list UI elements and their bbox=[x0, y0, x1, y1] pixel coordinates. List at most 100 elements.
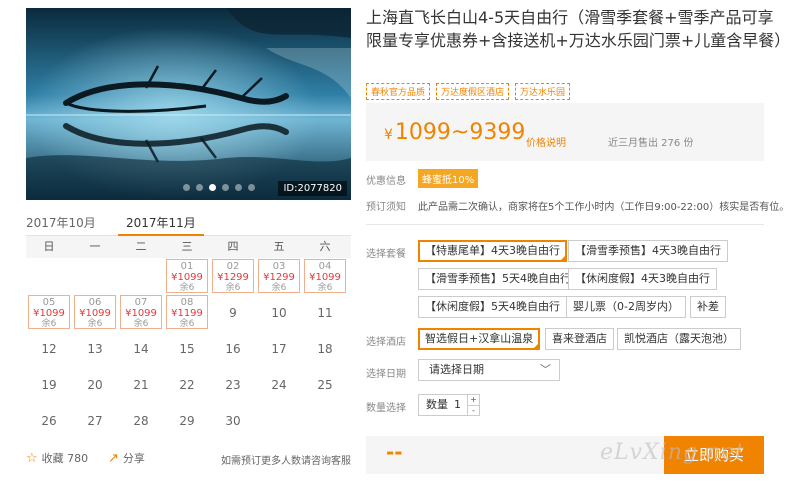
date-select-value: 请选择日期 bbox=[429, 363, 484, 376]
hotel-option[interactable]: 喜来登酒店 bbox=[545, 328, 614, 350]
day-number: 25 bbox=[317, 378, 333, 392]
date-select[interactable]: 请选择日期 ﹀ bbox=[418, 359, 560, 381]
day-stock: 余6 bbox=[271, 283, 287, 293]
package-option[interactable]: 【休闲度假】4天3晚自由行 bbox=[568, 268, 717, 290]
quantity-stepper[interactable]: 数量 1 + - bbox=[418, 394, 480, 416]
sold-count: 近三月售出 276 份 bbox=[608, 138, 694, 149]
calendar-day-available[interactable]: 08 ¥1199 余6 bbox=[166, 295, 208, 329]
day-stock: 余6 bbox=[317, 283, 333, 293]
calendar-day: 20 bbox=[72, 366, 118, 402]
day-number: 22 bbox=[179, 378, 195, 392]
price-box: ¥1099~9399 价格说明 近三月售出 276 份 bbox=[366, 103, 764, 161]
day-number: 01 bbox=[180, 261, 194, 272]
price-value: 1099~9399 bbox=[394, 120, 526, 145]
photo-image bbox=[26, 8, 351, 200]
customer-service-note[interactable]: 如需预订更多人数请咨询客服 bbox=[221, 452, 351, 467]
product-actions: ☆ 收藏 780 ↗ 分享 如需预订更多人数请咨询客服 bbox=[26, 450, 351, 468]
day-price: ¥1299 bbox=[217, 272, 249, 283]
hotel-option[interactable]: 凯悦酒店（露天泡池） bbox=[617, 328, 741, 350]
calendar-empty-cell bbox=[26, 258, 72, 294]
package-option[interactable]: 【滑雪季预售】5天4晚自由行 bbox=[418, 268, 578, 290]
calendar-day: 22 bbox=[164, 366, 210, 402]
star-icon: ☆ bbox=[26, 450, 38, 466]
quantity-value[interactable]: 1 bbox=[454, 395, 461, 415]
section-divider bbox=[366, 224, 764, 225]
package-option-selected[interactable]: 【特惠尾单】4天3晚自由行 bbox=[418, 240, 567, 262]
package-option[interactable]: 婴儿票（0-2周岁内） bbox=[566, 296, 686, 318]
price-range: ¥1099~9399 bbox=[384, 120, 525, 145]
favorite-label: 收藏 780 bbox=[41, 452, 89, 465]
calendar-day: 26 bbox=[26, 402, 72, 438]
day-number: 13 bbox=[87, 342, 103, 356]
carousel-dot[interactable] bbox=[222, 184, 229, 191]
price-explanation-link[interactable]: 价格说明 bbox=[526, 134, 566, 149]
calendar-day-available[interactable]: 05 ¥1099 余6 bbox=[28, 295, 70, 329]
day-number: 06 bbox=[88, 297, 102, 308]
calendar-day: 16 bbox=[210, 330, 256, 366]
share-label: 分享 bbox=[122, 452, 145, 465]
calendar-grid: 01 ¥1099 余6 02 ¥1299 余6 03 ¥1299 余6 04 ¥… bbox=[26, 258, 351, 438]
calendar-day: 25 bbox=[302, 366, 348, 402]
calendar-day: 28 bbox=[118, 402, 164, 438]
chevron-down-icon: ﹀ bbox=[540, 363, 551, 376]
quantity-decrement-button[interactable]: - bbox=[468, 406, 479, 416]
calendar-weekday-header: 日 一 二 三 四 五 六 bbox=[26, 236, 351, 258]
day-number: 26 bbox=[41, 414, 57, 428]
day-number: 9 bbox=[229, 306, 237, 320]
carousel-dot[interactable] bbox=[248, 184, 255, 191]
weekday-label: 二 bbox=[135, 240, 147, 253]
calendar-day: 13 bbox=[72, 330, 118, 366]
carousel-dot-active[interactable] bbox=[209, 184, 216, 191]
product-photo[interactable]: ID:2077820 bbox=[26, 8, 351, 200]
product-title: 上海直飞长白山4-5天自由行（滑雪季套餐+雪季产品可享限量专享优惠券+含接送机+… bbox=[366, 8, 791, 50]
quantity-increment-button[interactable]: + bbox=[468, 395, 479, 406]
calendar-day-available[interactable]: 04 ¥1099 余6 bbox=[304, 259, 346, 293]
product-tag: 万达水乐园 bbox=[515, 83, 571, 100]
package-option[interactable]: 补差 bbox=[690, 296, 726, 318]
carousel-dots bbox=[183, 184, 255, 191]
day-number: 17 bbox=[271, 342, 287, 356]
promo-badge: 蜂蜜抵10% bbox=[418, 169, 479, 188]
product-tag: 万达度假区酒店 bbox=[436, 83, 510, 100]
product-tag: 春秋官方品质 bbox=[366, 83, 431, 100]
day-number: 11 bbox=[317, 306, 333, 320]
day-price: ¥1099 bbox=[79, 308, 111, 319]
day-number: 10 bbox=[271, 306, 287, 320]
package-option[interactable]: 【休闲度假】5天4晚自由行 bbox=[418, 296, 567, 318]
day-number: 02 bbox=[226, 261, 240, 272]
calendar-day-available[interactable]: 06 ¥1099 余6 bbox=[74, 295, 116, 329]
calendar-day-available[interactable]: 07 ¥1099 余6 bbox=[120, 295, 162, 329]
carousel-dot[interactable] bbox=[183, 184, 190, 191]
day-number: 18 bbox=[317, 342, 333, 356]
carousel-dot[interactable] bbox=[196, 184, 203, 191]
quantity-field-label: 数量 bbox=[426, 398, 448, 411]
package-option[interactable]: 【滑雪季预售】4天3晚自由行 bbox=[568, 240, 728, 262]
calendar-day: 10 bbox=[256, 294, 302, 330]
tab-month-nov[interactable]: 2017年11月 bbox=[118, 214, 204, 236]
calendar-day: 19 bbox=[26, 366, 72, 402]
product-tags: 春秋官方品质 万达度假区酒店 万达水乐园 bbox=[366, 83, 571, 100]
calendar-day-available[interactable]: 03 ¥1299 余6 bbox=[258, 259, 300, 293]
calendar-day-available[interactable]: 01 ¥1099 余6 bbox=[166, 259, 208, 293]
day-number: 12 bbox=[41, 342, 57, 356]
day-price: ¥1099 bbox=[33, 308, 65, 319]
weekday-label: 日 bbox=[43, 240, 55, 253]
day-stock: 余6 bbox=[179, 283, 195, 293]
notice-text: 此产品需二次确认，商家将在5个工作小时内（工作日9:00-22:00）核实是否有… bbox=[418, 202, 790, 213]
hotel-label: 选择酒店 bbox=[366, 337, 406, 348]
calendar-day: 17 bbox=[256, 330, 302, 366]
calendar-day: 11 bbox=[302, 294, 348, 330]
day-number: 23 bbox=[225, 378, 241, 392]
day-stock: 余6 bbox=[179, 319, 195, 329]
calendar-day: 21 bbox=[118, 366, 164, 402]
carousel-dot[interactable] bbox=[235, 184, 242, 191]
favorite-button[interactable]: ☆ 收藏 780 bbox=[26, 450, 88, 466]
share-button[interactable]: ↗ 分享 bbox=[108, 450, 145, 466]
day-number: 16 bbox=[225, 342, 241, 356]
calendar-day-available[interactable]: 02 ¥1299 余6 bbox=[212, 259, 254, 293]
photo-id-label: ID:2077820 bbox=[278, 181, 347, 196]
tab-month-oct[interactable]: 2017年10月 bbox=[26, 214, 96, 231]
hotel-option-selected[interactable]: 智选假日+汉拿山温泉 bbox=[418, 328, 541, 350]
calendar-empty-cell bbox=[118, 258, 164, 294]
quantity-label: 数量选择 bbox=[366, 403, 406, 414]
